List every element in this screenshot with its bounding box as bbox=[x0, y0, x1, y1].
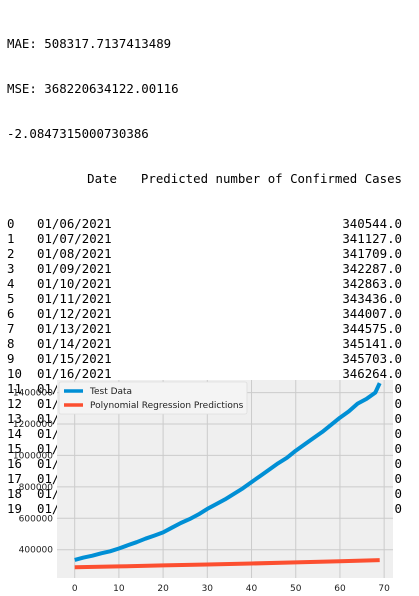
y-tick-label: 800000 bbox=[19, 483, 54, 493]
row-predicted-value: 342863.0 bbox=[342, 276, 402, 291]
row-index: 6 bbox=[7, 306, 15, 321]
table-row: 1 01/07/2021 341127.0 bbox=[7, 231, 402, 246]
table-header: Date Predicted number of Confirmed Cases bbox=[7, 171, 402, 186]
y-tick-label: 600000 bbox=[19, 514, 54, 524]
legend-label-polynomial-predictions: Polynomial Regression Predictions bbox=[90, 401, 244, 411]
row-predicted-value: 341127.0 bbox=[342, 231, 402, 246]
row-date: 01/11/2021 bbox=[37, 291, 112, 306]
date-column-header: Date bbox=[87, 171, 117, 186]
x-tick-label: 40 bbox=[246, 584, 258, 594]
legend: Test Data Polynomial Regression Predicti… bbox=[58, 381, 248, 415]
row-index: 8 bbox=[7, 336, 15, 351]
value-column-header: Predicted number of Confirmed Cases bbox=[140, 171, 402, 186]
mae-line: MAE: 508317.7137413489 bbox=[7, 36, 172, 51]
row-predicted-value: 342287.0 bbox=[342, 261, 402, 276]
row-date: 01/15/2021 bbox=[37, 351, 112, 366]
row-date: 01/06/2021 bbox=[37, 216, 112, 231]
row-date: 01/13/2021 bbox=[37, 321, 112, 336]
x-tick-label: 70 bbox=[378, 584, 390, 594]
row-index: 4 bbox=[7, 276, 15, 291]
x-tick-label: 10 bbox=[113, 584, 125, 594]
table-row: 4 01/10/2021 342863.0 bbox=[7, 276, 402, 291]
row-index: 7 bbox=[7, 321, 15, 336]
row-index: 2 bbox=[7, 246, 15, 261]
table-row: 6 01/12/2021 344007.0 bbox=[7, 306, 402, 321]
prediction-chart: 400000600000800000100000012000001400000 … bbox=[13, 380, 393, 594]
legend-label-test-data: Test Data bbox=[89, 387, 132, 397]
table-row: 3 01/09/2021 342287.0 bbox=[7, 261, 402, 276]
y-tick-label: 1200000 bbox=[13, 420, 53, 430]
x-tick-label: 30 bbox=[202, 584, 214, 594]
table-row: 2 01/08/2021 341709.0 bbox=[7, 246, 402, 261]
row-date: 01/10/2021 bbox=[37, 276, 112, 291]
table-row: 5 01/11/2021 343436.0 bbox=[7, 291, 402, 306]
r2-line: -2.0847315000730386 bbox=[7, 126, 149, 141]
row-predicted-value: 345703.0 bbox=[342, 351, 402, 366]
row-index: 3 bbox=[7, 261, 15, 276]
row-index: 1 bbox=[7, 231, 15, 246]
table-row: 7 01/13/2021 344575.0 bbox=[7, 321, 402, 336]
row-date: 01/14/2021 bbox=[37, 336, 112, 351]
row-date: 01/12/2021 bbox=[37, 306, 112, 321]
row-predicted-value: 345141.0 bbox=[342, 336, 402, 351]
y-tick-label: 1400000 bbox=[13, 389, 53, 399]
y-tick-labels: 400000 600000 800000 1000000 1200000 1400000 bbox=[13, 389, 53, 556]
x-tick-label: 60 bbox=[334, 584, 346, 594]
table-row: 0 01/06/2021 340544.0 bbox=[7, 216, 402, 231]
x-tick-label: 0 bbox=[72, 584, 78, 594]
table-row: 8 01/14/2021 345141.0 bbox=[7, 336, 402, 351]
row-index: 0 bbox=[7, 216, 15, 231]
row-predicted-value: 344007.0 bbox=[342, 306, 402, 321]
row-predicted-value: 340544.0 bbox=[342, 216, 402, 231]
row-date: 01/07/2021 bbox=[37, 231, 112, 246]
row-index: 9 bbox=[7, 351, 15, 366]
y-tick-label: 1000000 bbox=[13, 451, 53, 461]
row-predicted-value: 341709.0 bbox=[342, 246, 402, 261]
x-tick-label: 20 bbox=[157, 584, 169, 594]
table-row: 9 01/15/2021 345703.0 bbox=[7, 351, 402, 366]
x-tick-label: 50 bbox=[290, 584, 302, 594]
y-tick-label: 400000 bbox=[19, 546, 54, 556]
row-date: 01/08/2021 bbox=[37, 246, 112, 261]
x-tick-labels: 0 10 20 30 40 50 60 70 bbox=[72, 584, 390, 594]
mse-line: MSE: 368220634122.00116 bbox=[7, 81, 179, 96]
row-date: 01/09/2021 bbox=[37, 261, 112, 276]
row-index: 5 bbox=[7, 291, 15, 306]
row-predicted-value: 344575.0 bbox=[342, 321, 402, 336]
row-predicted-value: 343436.0 bbox=[342, 291, 402, 306]
